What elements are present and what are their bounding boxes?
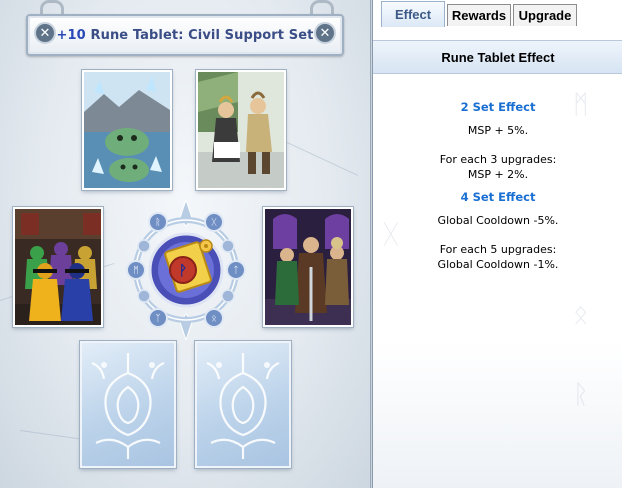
close-ornament-right-icon[interactable]: ✕: [314, 22, 336, 44]
card-slot-bottom-right[interactable]: [194, 340, 292, 469]
rune-watermark-icon: ᛟ: [573, 300, 589, 330]
title-banner: ✕ +10 Rune Tablet: Civil Support Set ✕: [26, 14, 344, 56]
slime-ice-cave-card-art: [84, 72, 170, 188]
tab-effect[interactable]: Effect: [381, 1, 445, 27]
empty-card-slot-icon: [206, 353, 280, 459]
card-slot-top-left[interactable]: [81, 69, 173, 191]
set-effect-list: 2 Set Effect MSP + 5%. For each 3 upgrad…: [373, 100, 622, 272]
card-slot-bottom-left[interactable]: [79, 340, 177, 469]
set2-bonus: MSP + 5%.: [467, 124, 529, 137]
svg-text:ᚹ: ᚹ: [179, 263, 187, 279]
set4-heading: 4 Set Effect: [460, 190, 536, 204]
set2-upgrade-line2: MSP + 2%.: [467, 168, 529, 181]
set4-upgrade-line2: Global Cooldown -1%.: [437, 258, 559, 271]
effect-panel: ᛗ ᚷ ᛟ ᚱ Effect Rewards Upgrade Rune Tabl…: [372, 0, 622, 488]
set2-upgrade-line1: For each 3 upgrades:: [439, 153, 557, 166]
svg-text:ᚱ: ᚱ: [155, 217, 160, 228]
ninja-squad-card-art: [15, 209, 101, 325]
close-ornament-left-icon[interactable]: ✕: [34, 22, 56, 44]
card-slot-middle-left[interactable]: [12, 206, 104, 328]
set-name: Rune Tablet: Civil Support Set: [90, 27, 314, 43]
rune-watermark-icon: ᚱ: [573, 380, 589, 410]
svg-text:ᚷ: ᚷ: [211, 217, 217, 228]
set2-heading: 2 Set Effect: [460, 100, 536, 114]
svg-text:ᛉ: ᛉ: [155, 313, 160, 324]
svg-text:ᛗ: ᛗ: [133, 265, 138, 276]
panel-heading: Rune Tablet Effect: [373, 40, 622, 74]
set4-bonus: Global Cooldown -5%.: [437, 214, 559, 227]
card-slot-top-right[interactable]: [195, 69, 287, 191]
set4-upgrade-line1: For each 5 upgrades:: [439, 243, 557, 256]
tab-rewards[interactable]: Rewards: [447, 4, 511, 26]
tab-upgrade[interactable]: Upgrade: [513, 4, 577, 26]
rune-wheel: ᚱ ᚷ ᛗ ᛏ ᛉ ᛟ ᚹ: [126, 198, 246, 342]
window-title: +10 Rune Tablet: Civil Support Set: [57, 28, 314, 43]
svg-text:ᛏ: ᛏ: [233, 265, 238, 276]
svg-text:ᛟ: ᛟ: [211, 314, 216, 324]
upgrade-level: +10: [56, 27, 86, 43]
card-slot-middle-right[interactable]: [262, 206, 354, 328]
rune-tablet-board: ✕ +10 Rune Tablet: Civil Support Set ✕ ᚱ…: [0, 0, 371, 488]
empty-card-slot-icon: [91, 353, 165, 459]
tab-bar: Effect Rewards Upgrade: [373, 0, 622, 27]
villagers-dancing-card-art: [198, 72, 284, 188]
tavern-adventurers-card-art: [265, 209, 351, 325]
